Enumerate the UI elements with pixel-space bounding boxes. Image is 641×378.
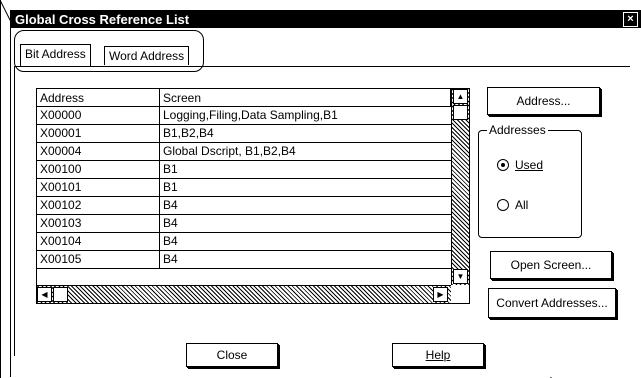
title-bar: Global Cross Reference List × [11, 11, 641, 28]
scroll-up-arrow-icon[interactable]: ▲ [453, 89, 468, 104]
column-header-screen[interactable]: Screen [160, 89, 451, 107]
address-cell: X00103 [37, 215, 160, 232]
radio-all-label[interactable]: All [515, 198, 528, 212]
close-icon[interactable]: × [623, 12, 638, 27]
table-row[interactable]: X00104 B4 [37, 233, 451, 251]
open-screen-button[interactable]: Open Screen... [490, 251, 612, 279]
horizontal-scroll-thumb[interactable] [53, 287, 68, 302]
address-cell: X00100 [37, 161, 160, 178]
screen-cell: Global Dscript, B1,B2,B4 [163, 144, 296, 158]
address-cell: X00101 [37, 179, 160, 196]
radio-all[interactable] [497, 199, 509, 211]
addresses-group: Addresses Used All [478, 123, 582, 238]
table-row[interactable]: X00004 Global Dscript, B1,B2,B4 [37, 143, 451, 161]
tab-bit-address[interactable]: Bit Address [20, 44, 91, 67]
address-cell: X00001 [37, 125, 160, 142]
window-title: Global Cross Reference List [15, 12, 190, 27]
address-cell: X00000 [37, 107, 160, 124]
scroll-right-arrow-icon[interactable]: ▶ [433, 287, 448, 302]
table-row[interactable]: X00100 B1 [37, 161, 451, 179]
close-button[interactable]: Close [186, 343, 278, 367]
screen-cell: B4 [163, 234, 178, 248]
screen-cell: B1 [163, 162, 178, 176]
screen-cell: B4 [163, 216, 178, 230]
table-row[interactable]: X00105 B4 [37, 251, 451, 269]
table-row[interactable]: X00000 Logging,Filing,Data Sampling,B1 [37, 107, 451, 125]
table-row[interactable]: X00103 B4 [37, 215, 451, 233]
horizontal-scrollbar[interactable]: ◀ ▶ [37, 285, 451, 303]
tab-word-address[interactable]: Word Address [104, 46, 190, 65]
screen-cell: B4 [163, 252, 178, 266]
screen-cell: Logging,Filing,Data Sampling,B1 [163, 108, 338, 122]
scroll-thumb[interactable] [453, 105, 468, 120]
address-button[interactable]: Address... [487, 87, 600, 115]
scroll-left-arrow-icon[interactable]: ◀ [37, 287, 52, 302]
table-row[interactable]: X00102 B4 [37, 197, 451, 215]
address-cell: X00104 [37, 233, 160, 250]
help-button[interactable]: Help [392, 343, 484, 367]
screen-cell: B1 [163, 180, 178, 194]
scroll-down-arrow-icon[interactable]: ▼ [453, 269, 468, 284]
column-header-address[interactable]: Address [37, 89, 160, 107]
cross-reference-table[interactable]: Address Screen X00000 Logging,Filing,Dat… [36, 88, 470, 304]
addresses-group-label: Addresses [487, 123, 548, 137]
screen-cell: B1,B2,B4 [163, 126, 214, 140]
vertical-scrollbar[interactable]: ▲ ▼ [451, 89, 469, 285]
table-row[interactable]: X00101 B1 [37, 179, 451, 197]
table-row[interactable]: X00001 B1,B2,B4 [37, 125, 451, 143]
radio-used[interactable] [497, 159, 509, 171]
address-cell: X00105 [37, 251, 160, 268]
screen-cell: B4 [163, 198, 178, 212]
address-cell: X00004 [37, 143, 160, 160]
convert-addresses-button[interactable]: Convert Addresses... [488, 288, 616, 318]
radio-used-label[interactable]: Used [515, 158, 543, 172]
address-cell: X00102 [37, 197, 160, 214]
